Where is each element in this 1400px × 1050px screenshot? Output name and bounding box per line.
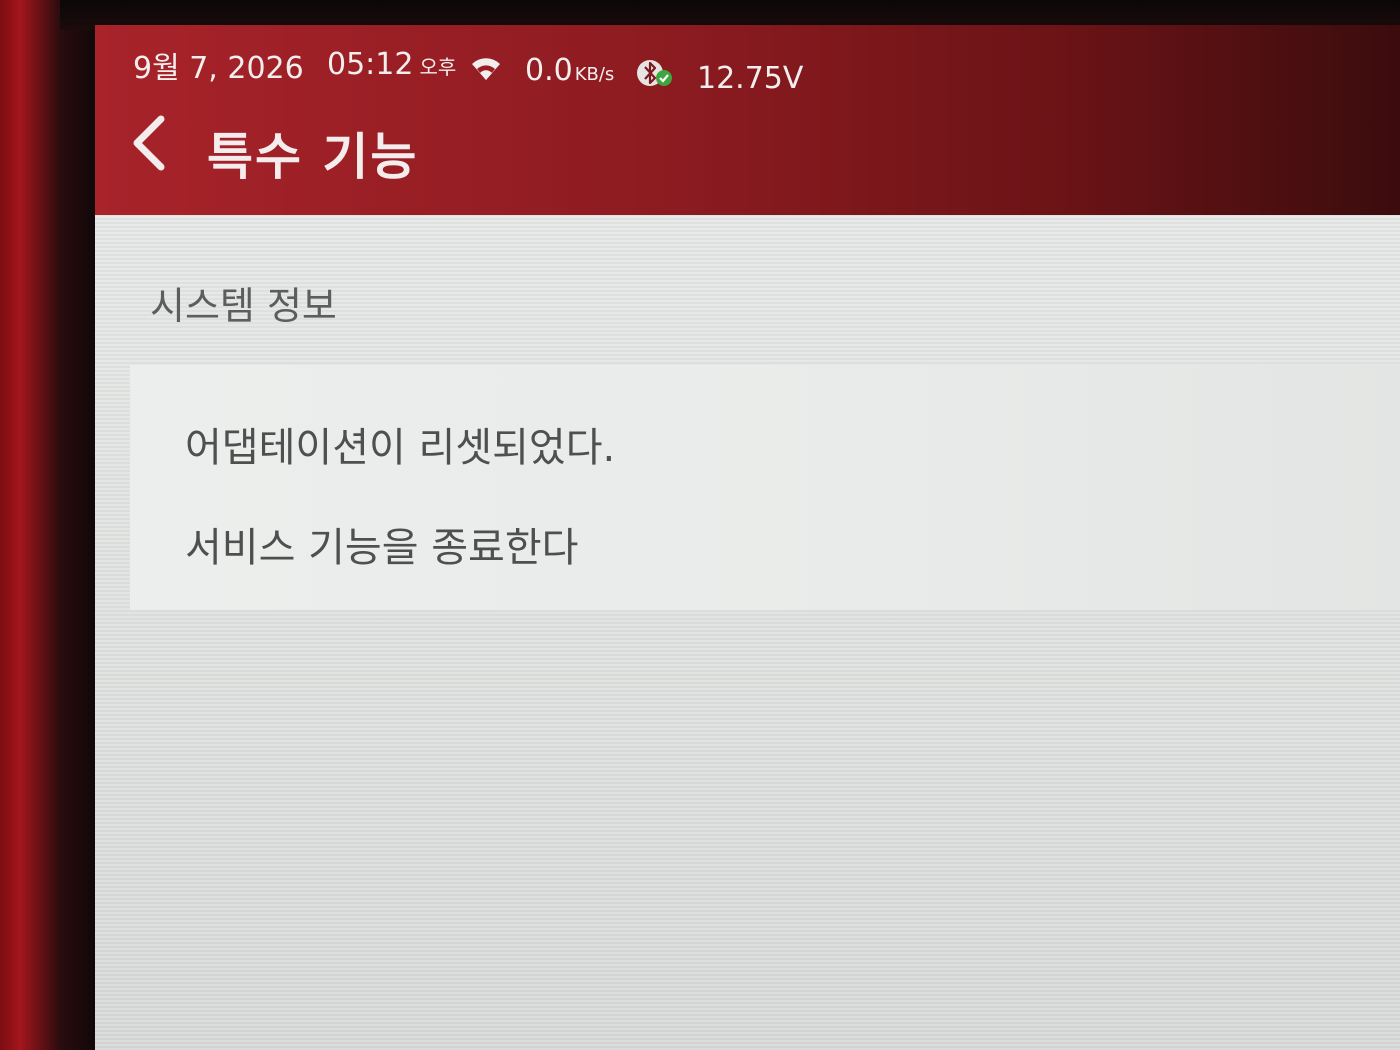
status-date: 9월 7, 2026 (133, 51, 304, 86)
status-bar: 9월 7, 2026 05:12 오후 0.0 KB/s 12.75V (95, 35, 1400, 96)
bluetooth-icon (635, 57, 675, 89)
status-time: 05:12 오후 (327, 47, 456, 82)
section-title: 시스템 정보 (150, 284, 337, 328)
network-speed-unit: KB/s (574, 64, 615, 85)
page-title: 특수 기능 (207, 128, 419, 186)
status-ampm: 오후 (419, 55, 457, 79)
network-speed-value: 0.0 (525, 53, 573, 88)
status-time-value: 05:12 (327, 47, 414, 82)
list-item-exit-service[interactable]: 서비스 기능을 종료한다 (185, 515, 578, 573)
list-item-adaptation-reset[interactable]: 어댑테이션이 리셋되었다. (185, 415, 615, 473)
back-button[interactable] (125, 113, 175, 173)
function-list: 어댑테이션이 리셋되었다. 서비스 기능을 종료한다 (130, 365, 1400, 610)
content-area: 시스템 정보 어댑테이션이 리셋되었다. 서비스 기능을 종료한다 (95, 215, 1400, 1050)
chevron-left-icon (133, 115, 165, 171)
network-speed: 0.0 KB/s (525, 53, 614, 88)
device-screen: 9월 7, 2026 05:12 오후 0.0 KB/s 12.75V 특수 기… (95, 25, 1400, 1050)
voltage-readout: 12.75V (697, 61, 804, 96)
app-bar: 9월 7, 2026 05:12 오후 0.0 KB/s 12.75V 특수 기… (95, 25, 1400, 215)
wifi-icon (470, 55, 502, 81)
